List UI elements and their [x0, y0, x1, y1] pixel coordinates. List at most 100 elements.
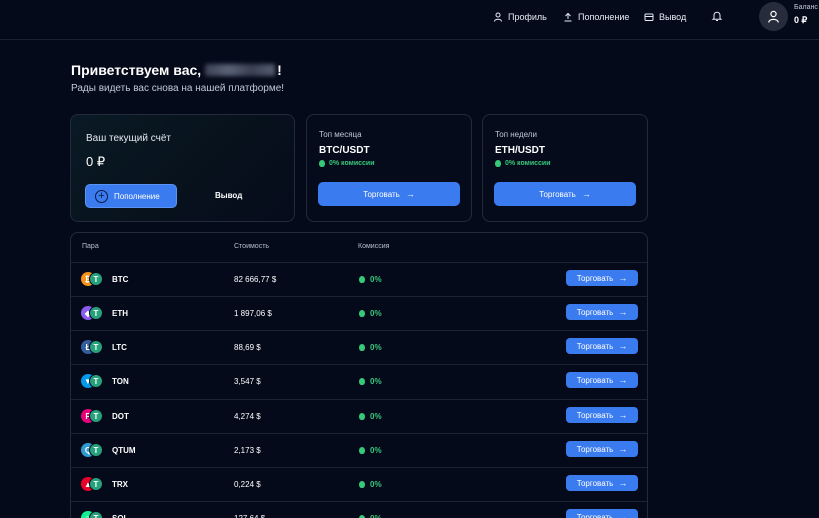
table-row: Q T QTUM 2,173 $ 0% Торговать → [71, 433, 647, 467]
trade-button[interactable]: Торговать → [566, 372, 638, 388]
coin-pair-icon: ≡ T [81, 511, 105, 518]
table-row: ▲ T TRX 0,224 $ 0% Торговать → [71, 467, 647, 501]
pairs-table: Пара Стоимость Комиссия ₿ T BTC 82 666,77 $… [70, 232, 648, 518]
tether-icon: T [89, 374, 103, 388]
tether-icon: T [89, 306, 103, 320]
coin-pair-icon: ◆ T [81, 306, 105, 320]
trade-button[interactable]: Торговать → [566, 509, 638, 518]
column-header-pair: Пара [82, 243, 99, 250]
pair-symbol: QTUM [112, 446, 136, 455]
nav-deposit[interactable]: Пополнение [563, 10, 629, 24]
pair-fee-value: 0% [370, 514, 382, 518]
flame-icon [359, 447, 365, 454]
top-month-label: Топ месяца [319, 130, 362, 139]
trade-button[interactable]: Торговать → [566, 441, 638, 457]
trade-button[interactable]: Торговать → [566, 407, 638, 423]
plus-icon: + [95, 189, 108, 203]
pair-price: 1 897,06 $ [234, 309, 272, 318]
top-bar: Профиль Пополнение Вывод Баланс 0 ₽ [0, 0, 819, 40]
tether-icon: T [89, 443, 103, 457]
tether-icon: T [89, 477, 103, 491]
avatar[interactable] [759, 2, 788, 31]
pair-fee: 0% [359, 446, 382, 455]
nav-withdraw-label: Вывод [659, 12, 687, 22]
pair-fee-value: 0% [370, 275, 382, 284]
flame-icon [495, 160, 501, 167]
pair-fee-value: 0% [370, 412, 382, 421]
pair-symbol: DOT [112, 412, 129, 421]
deposit-button-label: Пополнение [114, 191, 160, 201]
trade-button[interactable]: Торговать → [566, 475, 638, 491]
top-week-card: Топ недели ETH/USDT 0% комиссии Торговат… [482, 114, 648, 222]
arrow-right-icon: → [618, 341, 628, 351]
deposit-button[interactable]: + Пополнение [85, 184, 177, 208]
trade-button-label: Торговать [576, 307, 614, 317]
pair-fee-value: 0% [370, 309, 382, 318]
coin-pair-icon: ▼ T [81, 374, 105, 388]
trade-button[interactable]: Торговать → [566, 304, 638, 320]
greeting-title: Приветствуем вас, ! [71, 62, 282, 78]
pair-price: 2,173 $ [234, 446, 261, 455]
table-row: ≡T SOL 127,64 $ 0% Торговать → [71, 501, 647, 518]
pair-symbol: BTC [112, 275, 129, 284]
trade-button-label: Торговать [576, 273, 614, 283]
nav-profile[interactable]: Профиль [493, 10, 547, 24]
top-month-trade-button[interactable]: Торговать → [318, 182, 460, 206]
pair-fee: 0% [359, 514, 382, 518]
pair-price: 3,547 $ [234, 377, 261, 386]
coin-pair-icon: ₿ T [81, 272, 105, 286]
wallet-icon [644, 13, 654, 21]
pair-fee: 0% [359, 377, 382, 386]
arrow-right-icon: → [618, 375, 628, 385]
pair-fee-value: 0% [370, 377, 382, 386]
top-week-fee: 0% комиссии [495, 160, 551, 167]
greeting-prefix: Приветствуем вас, [71, 62, 202, 78]
coin-pair-icon: PT [81, 409, 105, 423]
arrow-right-icon: → [581, 189, 591, 199]
bell-icon[interactable] [711, 10, 723, 22]
column-header-price: Стоимость [234, 243, 270, 250]
pair-symbol: TRX [112, 480, 128, 489]
withdraw-button[interactable]: Вывод [215, 191, 242, 200]
pair-fee: 0% [359, 275, 382, 284]
trade-button-label: Торговать [576, 478, 614, 488]
pair-price: 127,64 $ [234, 514, 265, 518]
account-value: 0 ₽ [86, 154, 106, 169]
pair-fee: 0% [359, 343, 382, 352]
top-month-fee-label: 0% комиссии [329, 160, 375, 167]
pair-price: 4,274 $ [234, 412, 261, 421]
trade-button[interactable]: Торговать → [566, 270, 638, 286]
trade-button-label: Торговать [576, 444, 614, 454]
account-card: Ваш текущий счёт 0 ₽ + Пополнение Вывод [70, 114, 295, 222]
top-week-fee-label: 0% комиссии [505, 160, 551, 167]
pair-price: 88,69 $ [234, 343, 261, 352]
pair-fee-value: 0% [370, 480, 382, 489]
flame-icon [359, 413, 365, 420]
table-row: P T DOT 4,274 $ 0% Торговать → [71, 399, 647, 433]
greeting-suffix: ! [277, 62, 282, 78]
trade-button[interactable]: Торговать → [566, 338, 638, 354]
nav-withdraw[interactable]: Вывод [644, 10, 686, 24]
pair-symbol: SOL [112, 514, 128, 518]
top-week-trade-button[interactable]: Торговать → [494, 182, 636, 206]
top-week-pair: ETH/USDT [495, 145, 545, 156]
pair-symbol: LTC [112, 343, 127, 352]
table-row: ◆ T ETH 1 897,06 $ 0% Торговать → [71, 296, 647, 330]
top-month-card: Топ месяца BTC/USDT 0% комиссии Торговат… [306, 114, 472, 222]
pair-fee: 0% [359, 480, 382, 489]
flame-icon [359, 276, 365, 283]
top-month-pair: BTC/USDT [319, 145, 370, 156]
flame-icon [359, 378, 365, 385]
top-week-label: Топ недели [495, 130, 537, 139]
tether-icon: T [89, 340, 103, 354]
pair-symbol: ETH [112, 309, 128, 318]
trade-button-label: Торговать [576, 512, 614, 518]
upload-icon [564, 12, 572, 22]
pair-fee: 0% [359, 309, 382, 318]
account-label: Ваш текущий счёт [86, 133, 171, 144]
table-row: ₿ T BTC 82 666,77 $ 0% Торговать → [71, 262, 647, 296]
coin-pair-icon: QT [81, 443, 105, 457]
balance-label: Баланс [794, 4, 818, 11]
flame-icon [319, 160, 325, 167]
arrow-right-icon: → [618, 512, 628, 518]
